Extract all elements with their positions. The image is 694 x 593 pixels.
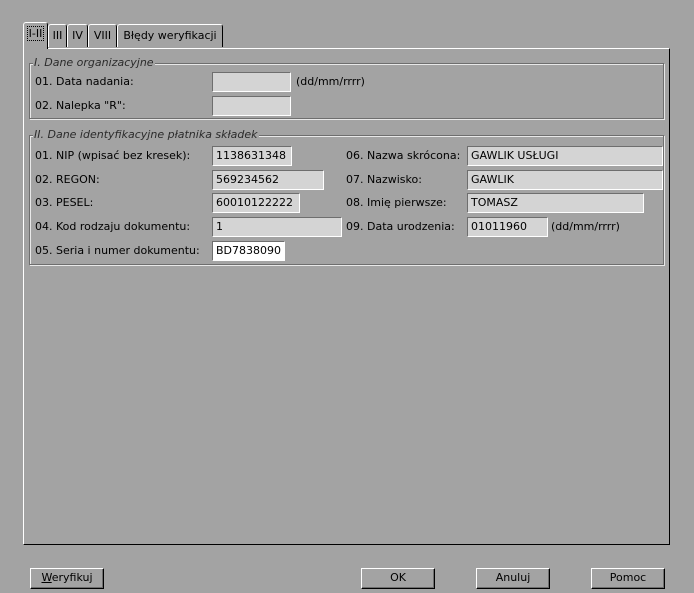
imie-label: 08. Imię pierwsze: [346, 196, 447, 209]
nalepka-r-field[interactable] [212, 96, 291, 116]
data-nadania-field[interactable] [212, 72, 291, 92]
nazwisko-label: 07. Nazwisko: [346, 173, 422, 186]
verify-button[interactable]: Weryfikuj [30, 568, 104, 589]
imie-field[interactable]: TOMASZ [467, 193, 644, 213]
tab-iii-label: III [52, 29, 63, 42]
ok-button[interactable]: OK [361, 568, 435, 589]
verify-button-mnemonic: W [41, 571, 52, 584]
tab-iv-label: IV [72, 29, 83, 42]
pesel-label: 03. PESEL: [35, 196, 94, 209]
tab-i-ii-label: I-II [26, 26, 45, 41]
data-nadania-hint: (dd/mm/rrrr) [296, 75, 365, 88]
kod-dokumentu-label: 04. Kod rodzaju dokumentu: [35, 220, 191, 233]
seria-dokumentu-field[interactable]: BD7838090 [212, 241, 285, 261]
help-button[interactable]: Pomoc [591, 568, 665, 589]
section-dane-organizacyjne-legend: I. Dane organizacyjne [33, 56, 155, 70]
data-urodzenia-hint: (dd/mm/rrrr) [551, 220, 620, 233]
nip-label: 01. NIP (wpisać bez kresek): [35, 149, 191, 162]
tab-panel: I. Dane organizacyjne 01. Data nadania: … [23, 48, 670, 545]
tab-i-ii[interactable]: I-II [23, 22, 48, 49]
cancel-button[interactable]: Anuluj [476, 568, 550, 589]
tab-iv[interactable]: IV [67, 24, 88, 47]
data-nadania-label: 01. Data nadania: [35, 75, 134, 88]
nazwisko-field[interactable]: GAWLIK [467, 170, 663, 190]
nazwa-skrocona-label: 06. Nazwa skrócona: [346, 149, 461, 162]
regon-field[interactable]: 569234562 [212, 170, 324, 190]
tab-bledy-weryfikacji-label: Błędy weryfikacji [123, 29, 217, 42]
section-dane-identyfikacyjne-legend: II. Dane identyfikacyjne płatnika składe… [33, 128, 259, 142]
data-urodzenia-field[interactable]: 01011960 [467, 217, 548, 237]
tab-bledy-weryfikacji[interactable]: Błędy weryfikacji [117, 24, 223, 47]
regon-label: 02. REGON: [35, 173, 100, 186]
seria-dokumentu-label: 05. Seria i numer dokumentu: [35, 244, 200, 257]
tab-viii-label: VIII [93, 29, 112, 42]
data-urodzenia-label: 09. Data urodzenia: [346, 220, 455, 233]
verify-button-label: eryfikuj [51, 571, 93, 584]
nazwa-skrocona-field[interactable]: GAWLIK USŁUGI [467, 146, 663, 166]
pesel-field[interactable]: 60010122222 [212, 193, 300, 213]
nalepka-r-label: 02. Nalepka "R": [35, 99, 126, 112]
tab-viii[interactable]: VIII [88, 24, 117, 47]
tab-iii[interactable]: III [48, 24, 67, 47]
kod-dokumentu-field[interactable]: 1 [212, 217, 342, 237]
nip-field[interactable]: 1138631348 [212, 146, 292, 166]
